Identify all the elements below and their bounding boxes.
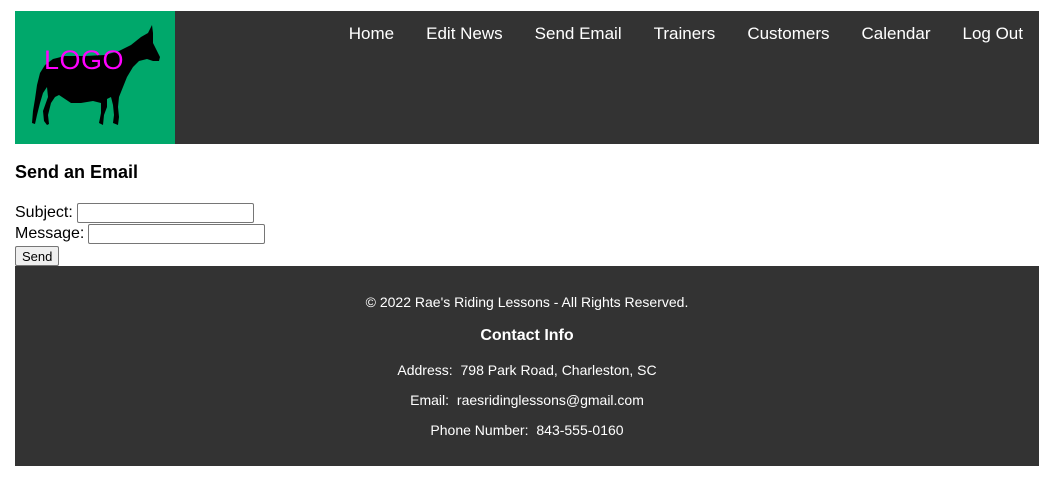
site-header: LOGO Home Edit News Send Email Trainers … xyxy=(15,11,1039,144)
nav-send-email[interactable]: Send Email xyxy=(519,24,638,44)
address-value: 798 Park Road, Charleston, SC xyxy=(460,362,657,378)
logo[interactable]: LOGO xyxy=(15,11,175,144)
main-nav: Home Edit News Send Email Trainers Custo… xyxy=(333,24,1039,44)
horse-silhouette-icon xyxy=(32,25,160,125)
copyright-text: © 2022 Rae's Riding Lessons - All Rights… xyxy=(365,294,689,310)
email-value: raesridinglessons@gmail.com xyxy=(456,392,644,408)
subject-row: Subject: xyxy=(15,202,265,223)
phone-line: Phone Number: 843-555-0160 xyxy=(15,422,1039,438)
message-row: Message: xyxy=(15,223,266,244)
email-form: Subject: Message: Send xyxy=(15,202,266,267)
nav-trainers[interactable]: Trainers xyxy=(638,24,732,44)
nav-log-out[interactable]: Log Out xyxy=(947,24,1040,44)
nav-home[interactable]: Home xyxy=(333,24,410,44)
logo-text: LOGO xyxy=(44,45,125,75)
message-label: Message: xyxy=(15,225,85,242)
phone-label: Phone Number: xyxy=(430,422,529,438)
page-title: Send an Email xyxy=(15,162,139,182)
nav-edit-news[interactable]: Edit News xyxy=(410,24,519,44)
message-input[interactable] xyxy=(88,223,266,244)
send-button[interactable]: Send xyxy=(15,246,60,266)
phone-value: 843-555-0160 xyxy=(536,422,624,438)
address-label: Address: xyxy=(397,362,453,378)
email-label: Email: xyxy=(410,392,450,408)
email-line: Email: raesridinglessons@gmail.com xyxy=(15,392,1039,408)
site-footer: © 2022 Rae's Riding Lessons - All Rights… xyxy=(15,266,1039,466)
contact-title: Contact Info xyxy=(480,327,574,344)
address-line: Address: 798 Park Road, Charleston, SC xyxy=(15,362,1039,378)
nav-customers[interactable]: Customers xyxy=(731,24,845,44)
nav-calendar[interactable]: Calendar xyxy=(846,24,947,44)
subject-label: Subject: xyxy=(15,204,73,221)
subject-input[interactable] xyxy=(76,202,254,223)
